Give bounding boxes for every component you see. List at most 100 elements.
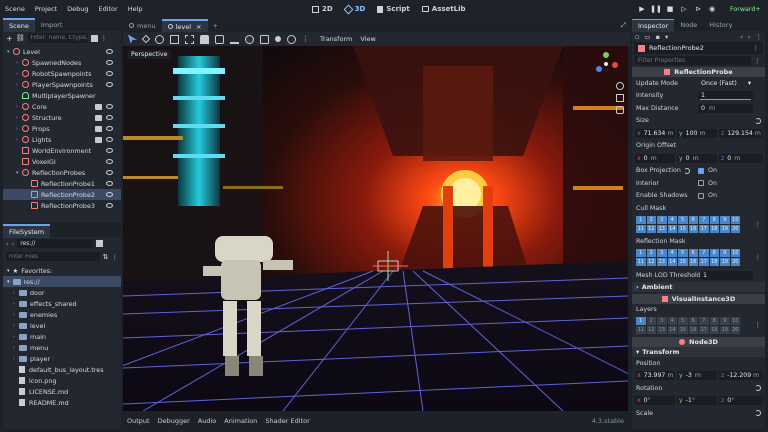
tab-history[interactable]: History (703, 19, 738, 31)
environment-icon[interactable] (287, 34, 296, 44)
update-mode-select[interactable]: Once (Fast) ▾ (698, 79, 753, 88)
layer-bit-toggle[interactable]: 15 (678, 224, 688, 233)
tab-audio[interactable]: Audio (194, 417, 220, 425)
scene-tree-row[interactable]: ReflectionProbe1 (3, 178, 121, 189)
pause-button[interactable]: ❚❚ (650, 3, 662, 15)
rotate-tool-icon[interactable] (155, 34, 164, 44)
folder-row[interactable]: › door (3, 287, 121, 298)
layer-bit-toggle[interactable]: 8 (709, 249, 719, 257)
size-x-field[interactable]: x 71.634 m (635, 128, 675, 138)
origin-x-field[interactable]: x0m (635, 153, 675, 163)
folder-row[interactable]: › effects_shared (3, 298, 121, 309)
layer-bit-toggle[interactable]: 18 (709, 224, 719, 233)
rotation-z-field[interactable]: z 0 ° (719, 396, 763, 406)
mask-menu-icon[interactable]: ⋮ (755, 321, 762, 329)
layer-bit-toggle[interactable]: 5 (678, 249, 688, 257)
origin-y-field[interactable]: y0m (677, 153, 717, 163)
preview-options-icon[interactable]: ⋮ (302, 35, 311, 44)
layer-bit-toggle[interactable]: 2 (646, 215, 656, 224)
move-tool-icon[interactable] (141, 34, 151, 44)
open-scene-icon[interactable] (95, 125, 102, 132)
menu-debug[interactable]: Debug (62, 5, 93, 13)
scene-tree-row[interactable]: › Props (3, 123, 121, 134)
property-filter-input[interactable] (635, 56, 751, 65)
layer-bit-toggle[interactable]: 3 (657, 249, 667, 257)
layer-bit-toggle[interactable]: 7 (699, 249, 709, 257)
movie-maker-icon[interactable]: ◉ (706, 3, 718, 15)
folder-row[interactable]: › enemies (3, 309, 121, 320)
folder-row[interactable]: › main (3, 331, 121, 342)
tab-filesystem[interactable]: FileSystem (3, 224, 51, 238)
node-options-icon[interactable]: ⋮ (753, 44, 760, 52)
split-view-icon[interactable] (96, 240, 104, 247)
visibility-eye-icon[interactable] (106, 126, 113, 131)
layer-bit-toggle[interactable]: 19 (720, 326, 730, 334)
scene-tree-row[interactable]: ReflectionProbe3 (3, 200, 121, 211)
layer-bit-toggle[interactable]: 17 (699, 326, 709, 334)
selected-node-bar[interactable]: ReflectionProbe2 ⋮ (634, 42, 763, 54)
workspace-script-button[interactable]: Script (371, 5, 415, 13)
max-distance-field[interactable]: 0m (698, 103, 753, 113)
layer-bit-toggle[interactable]: 10 (730, 249, 740, 257)
layer-bit-toggle[interactable]: 20 (730, 224, 740, 233)
position-y-field[interactable]: y -3 m (677, 371, 717, 381)
layer-bit-toggle[interactable]: 2 (646, 317, 656, 325)
tab-inspector[interactable]: Inspector (632, 19, 675, 32)
tab-import[interactable]: Import (35, 19, 69, 31)
layer-bit-toggle[interactable]: 4 (667, 317, 677, 325)
save-resource-icon[interactable]: ▪ (656, 33, 660, 41)
res-root-row[interactable]: ▾ res:// (3, 276, 121, 287)
tab-output[interactable]: Output (123, 417, 154, 425)
layer-bit-toggle[interactable]: 10 (730, 215, 740, 224)
visibility-eye-icon[interactable] (106, 148, 113, 153)
scene-tree-row[interactable]: › Structure (3, 112, 121, 123)
layer-bit-toggle[interactable]: 19 (720, 258, 730, 266)
slider-track[interactable] (700, 99, 751, 101)
visibility-eye-icon[interactable] (106, 115, 113, 120)
3d-viewport[interactable]: Perspective (123, 46, 628, 411)
layer-bit-toggle[interactable]: 15 (678, 258, 688, 266)
layer-bit-toggle[interactable]: 5 (678, 215, 688, 224)
layer-bit-toggle[interactable]: 19 (720, 224, 730, 233)
box-projection-checkbox[interactable] (698, 167, 704, 174)
visibility-eye-icon[interactable] (106, 71, 113, 76)
ambient-group[interactable]: › Ambient (632, 281, 765, 292)
distraction-free-icon[interactable]: ⤢ (621, 21, 626, 30)
intensity-field[interactable]: 1 (698, 91, 753, 101)
favorites-row[interactable]: ▾ ★ Favorites: (3, 265, 121, 276)
open-scene-icon[interactable] (95, 136, 102, 143)
new-resource-icon[interactable]: ▫ (635, 33, 639, 41)
layer-bit-toggle[interactable]: 11 (636, 258, 646, 266)
fs-options-icon[interactable]: ⋮ (112, 253, 119, 261)
tab-scene[interactable]: Scene (3, 18, 35, 32)
path-field[interactable]: res:// (17, 239, 94, 248)
layer-bit-toggle[interactable]: 6 (688, 249, 698, 257)
history-back-icon[interactable]: ‹ (740, 33, 743, 41)
layer-bit-toggle[interactable]: 13 (657, 258, 667, 266)
scene-tree-row[interactable]: › SpawnedNodes (3, 57, 121, 68)
layer-bit-toggle[interactable]: 6 (688, 317, 698, 325)
options-icon[interactable]: ⋮ (101, 34, 108, 42)
tab-node[interactable]: Node (674, 19, 703, 31)
filter-options-icon[interactable]: ⋮ (754, 57, 761, 65)
reset-icon[interactable] (755, 410, 761, 417)
enable-shadows-checkbox[interactable] (698, 192, 704, 199)
layer-bit-toggle[interactable]: 16 (688, 326, 698, 334)
visibility-eye-icon[interactable] (106, 82, 113, 87)
visibility-eye-icon[interactable] (106, 181, 113, 186)
scene-filter-input[interactable] (27, 33, 88, 43)
layer-bit-toggle[interactable]: 13 (657, 326, 667, 334)
layer-bit-toggle[interactable]: 17 (699, 224, 709, 233)
mask-menu-icon[interactable]: ⋮ (755, 220, 762, 228)
tab-menu-scene[interactable]: menu (123, 19, 162, 32)
selectable-tool-icon[interactable] (185, 34, 194, 44)
file-row[interactable]: icon.png (3, 375, 121, 386)
reset-icon[interactable] (755, 385, 761, 392)
open-scene-icon[interactable] (95, 103, 102, 110)
lock-icon[interactable] (200, 34, 209, 44)
group-icon[interactable] (215, 34, 224, 44)
open-scene-icon[interactable] (95, 114, 102, 121)
layer-bit-toggle[interactable]: 11 (636, 326, 646, 334)
layer-bit-toggle[interactable]: 16 (688, 224, 698, 233)
position-z-field[interactable]: z -12.209 m (719, 371, 763, 381)
